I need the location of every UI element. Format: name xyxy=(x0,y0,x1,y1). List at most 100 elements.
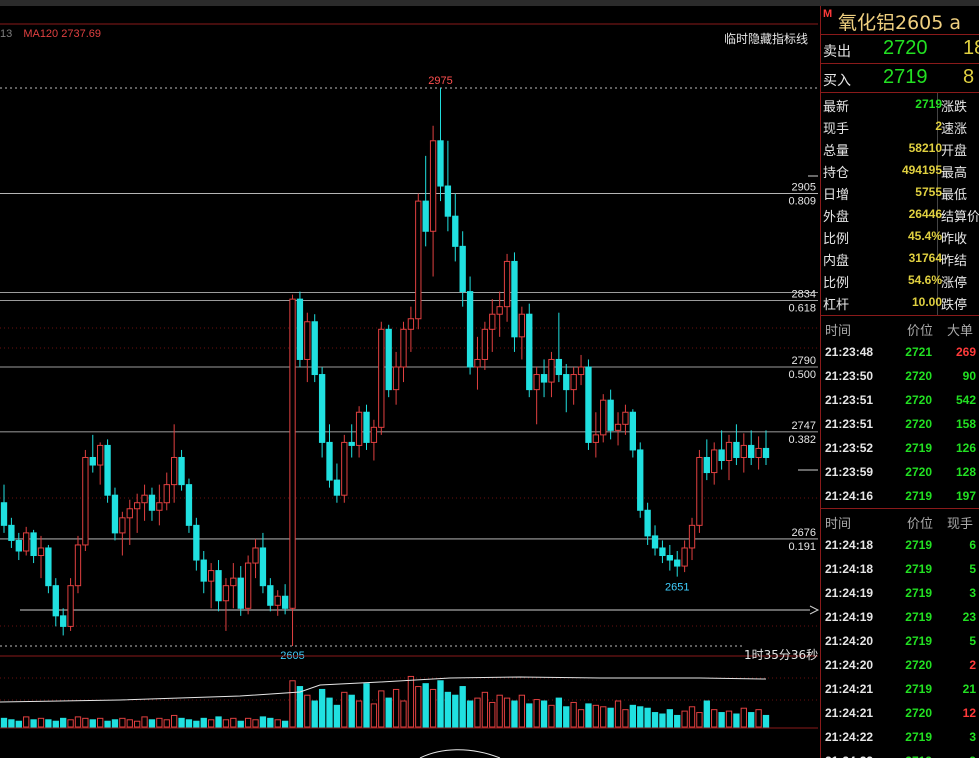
candle-body xyxy=(97,444,104,466)
volume-bar xyxy=(267,717,274,728)
candle-body xyxy=(392,366,400,391)
volume-bar xyxy=(696,712,703,728)
candle-body xyxy=(400,328,407,368)
stat-label: 杠杆 xyxy=(823,298,850,313)
candle-body xyxy=(555,358,563,376)
fib-ratio-label: 0.618 xyxy=(788,303,816,315)
ask-row[interactable]: 卖出 2720 18 xyxy=(821,35,979,64)
volume-bar xyxy=(289,680,296,728)
big-order-list[interactable]: 时间 价位 大单 21:23:48 2721 269 21:23:50 2720 90 21:23… xyxy=(821,316,979,509)
stat-value: 494195 xyxy=(901,163,942,177)
volume-bar xyxy=(533,699,540,728)
candle-body xyxy=(637,449,644,511)
big-order-row: 21:23:51 2720 542 xyxy=(821,388,979,412)
kline-chart[interactable]: 2905 0.809 2834 0.618 2790 0.500 2747 0.382 2676… xyxy=(0,6,820,758)
volume-bar xyxy=(518,694,526,728)
volume-bar xyxy=(444,691,452,728)
stat-value: 5755 xyxy=(915,185,942,199)
tick-list[interactable]: 时间 价位 现手 21:24:18 2719 6 21:24:18 2719 5 21:24:19… xyxy=(821,509,979,758)
candle-body xyxy=(326,441,333,481)
tick-time: 21:24:21 xyxy=(825,706,874,720)
fib-price-label: 2747 xyxy=(792,420,816,432)
candle-body xyxy=(585,366,592,443)
volume-bar xyxy=(651,712,659,728)
tick-time: 21:23:51 xyxy=(825,417,874,431)
trend-arrow-icon xyxy=(809,605,820,615)
tick-price: 2719 xyxy=(905,441,932,455)
candle-body xyxy=(459,245,466,293)
volume-bar xyxy=(156,717,163,728)
tick-price: 2719 xyxy=(905,682,932,696)
candle-body xyxy=(607,399,614,431)
tick-price: 2719 xyxy=(905,562,932,576)
volume-bar xyxy=(141,716,148,728)
candle-body xyxy=(296,298,304,360)
volume-bar xyxy=(733,713,740,728)
volume-bar xyxy=(215,716,222,728)
volume-bar xyxy=(326,697,333,728)
volume-bar xyxy=(148,719,156,728)
candle-body xyxy=(651,535,659,549)
candle-body xyxy=(230,577,237,587)
tick-row: 21:24:21 2720 12 xyxy=(821,701,979,725)
candle-body xyxy=(518,313,526,338)
volume-bar xyxy=(370,703,378,728)
stat-row: 日增 5755 最低 xyxy=(821,181,979,203)
volume-bar xyxy=(392,688,400,728)
volume-bar xyxy=(82,717,89,728)
stat-row: 现手 2 速涨 xyxy=(821,115,979,137)
volume-bar xyxy=(688,706,696,728)
candle-body xyxy=(193,524,200,561)
volume-bar xyxy=(222,719,230,728)
big-order-row: 21:23:59 2720 128 xyxy=(821,460,979,484)
volume-bar xyxy=(614,700,622,728)
tick-row: 21:24:19 2719 3 xyxy=(821,581,979,605)
candle-body xyxy=(600,399,607,436)
candle-body xyxy=(681,547,688,567)
volume-bar xyxy=(207,719,215,728)
stat-label-right: 开盘 xyxy=(941,144,968,159)
hide-indicator-button[interactable]: 临时隐藏指标线 xyxy=(724,30,808,47)
volume-bar xyxy=(259,716,267,728)
candle-body xyxy=(718,449,725,462)
volume-bar xyxy=(230,717,237,728)
candle-body xyxy=(348,441,355,446)
volume-bar xyxy=(244,717,252,728)
candle-body xyxy=(267,585,274,606)
tick-size: 21 xyxy=(962,682,976,696)
tick-price: 2719 xyxy=(905,489,932,503)
volume-bar xyxy=(429,688,437,728)
volume-bar xyxy=(585,703,592,728)
volume-bar xyxy=(659,713,666,728)
candle-body xyxy=(570,374,577,391)
volume-bar xyxy=(592,704,600,728)
volume-bar xyxy=(748,712,755,728)
indicator-curve xyxy=(419,749,501,758)
candle-body xyxy=(407,318,415,330)
candle-body xyxy=(170,456,178,486)
candle-body xyxy=(711,449,718,474)
candle-body xyxy=(696,456,703,526)
market-badge[interactable]: M xyxy=(823,8,832,20)
stat-label: 比例 xyxy=(823,276,850,291)
bid-row[interactable]: 买入 2719 8 xyxy=(821,64,979,93)
volume-bar xyxy=(126,719,133,728)
tick-row: 21:24:22 2719 3 xyxy=(821,725,979,749)
tick-size: 269 xyxy=(955,345,976,359)
high-label: 2975 xyxy=(428,75,452,87)
candle-body xyxy=(341,441,348,496)
big-order-row-header: 时间 价位 大单 xyxy=(821,316,979,340)
candle-body xyxy=(385,328,392,391)
stat-label: 比例 xyxy=(823,232,850,247)
tick-price: 2720 xyxy=(905,465,932,479)
candle-body xyxy=(659,547,666,557)
tick-size: 12 xyxy=(962,706,976,720)
candle-body xyxy=(207,570,215,582)
volume-bar xyxy=(452,694,459,728)
candle-body xyxy=(363,411,370,443)
tick-price: 2721 xyxy=(905,345,932,359)
kline-svg[interactable]: 2905 0.809 2834 0.618 2790 0.500 2747 0.382 2676… xyxy=(0,6,820,758)
volume-bar xyxy=(348,694,355,728)
candle-body xyxy=(178,456,185,486)
tick-row: 21:24:22 2719 9 xyxy=(821,749,979,758)
